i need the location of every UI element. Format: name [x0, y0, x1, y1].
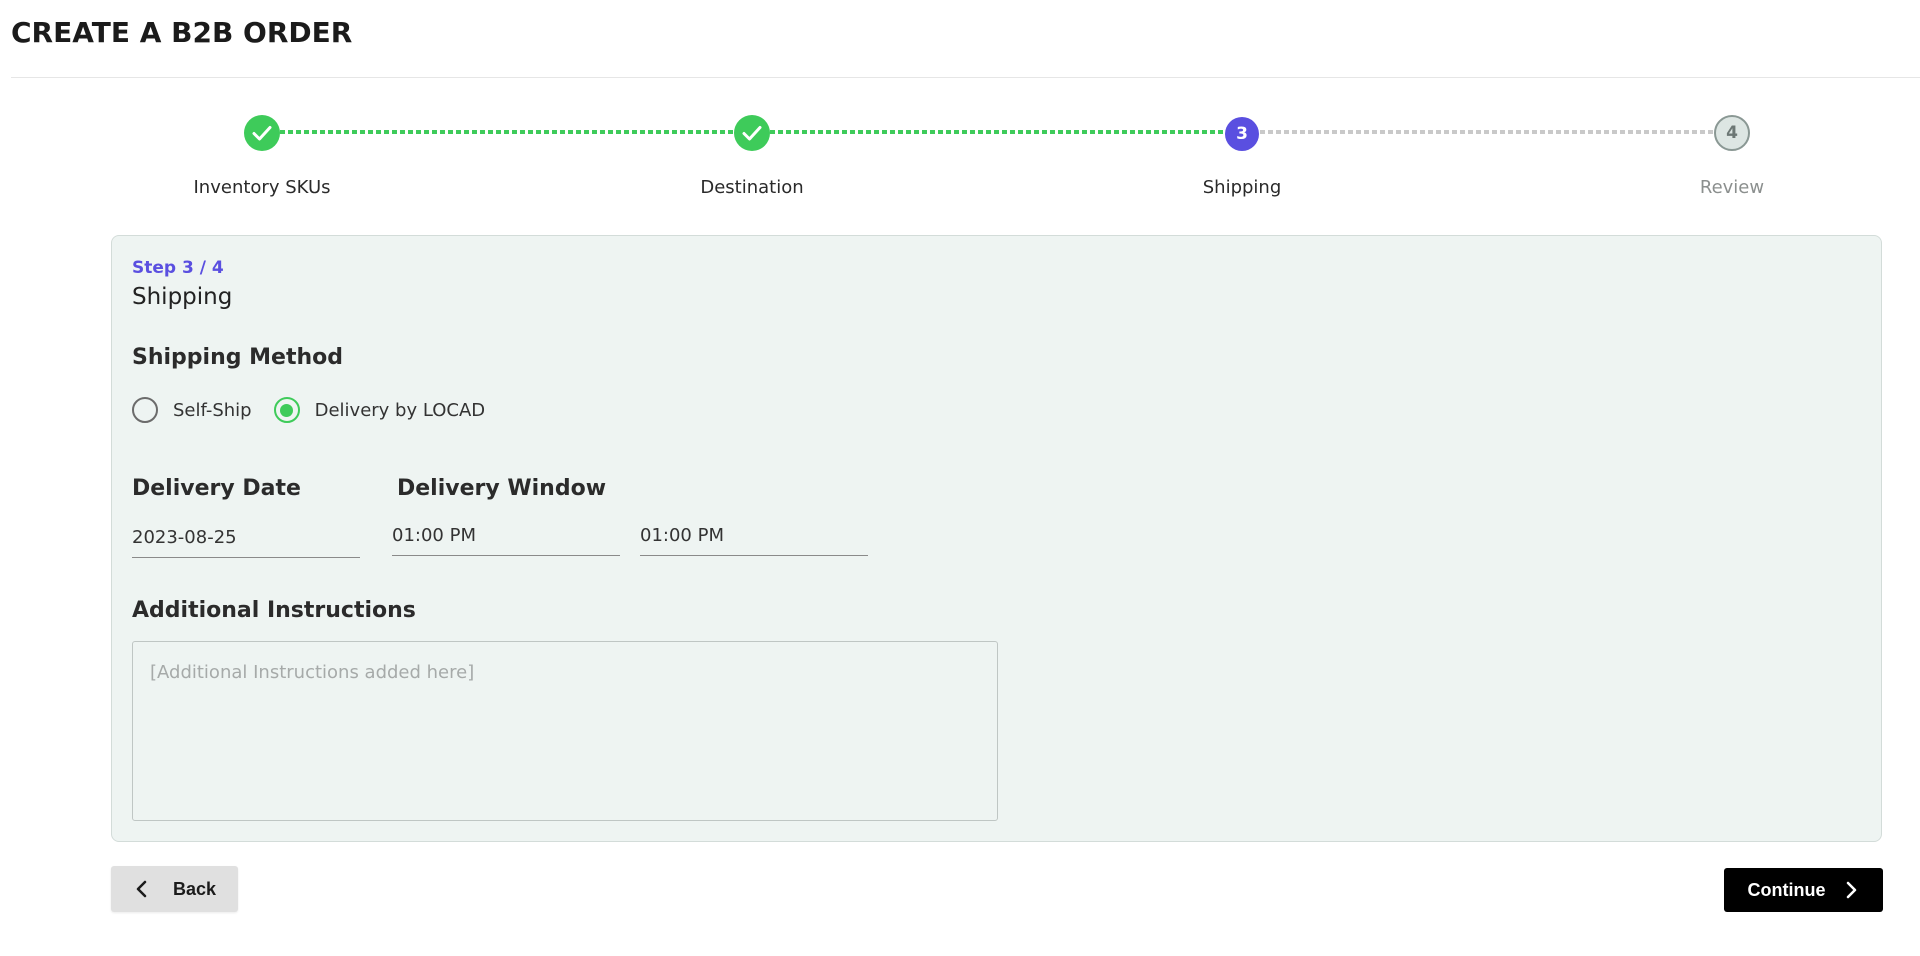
additional-instructions-textarea[interactable] [132, 641, 998, 821]
step-2-dot[interactable] [734, 115, 770, 151]
radio-button-unchecked[interactable] [132, 397, 158, 423]
step-connector-todo [1260, 130, 1714, 134]
check-icon [252, 126, 272, 141]
radio-selected-dot [280, 403, 294, 417]
continue-button[interactable]: Continue [1724, 868, 1883, 912]
step-1-dot[interactable] [244, 115, 280, 151]
step-4-dot: 4 [1714, 115, 1750, 151]
step-label-inventory-skus[interactable]: Inventory SKUs [194, 177, 331, 198]
section-title: Shipping [132, 284, 233, 310]
chevron-right-icon [1846, 881, 1856, 899]
delivery-window-start-input[interactable] [392, 521, 620, 556]
delivery-window-end-input[interactable] [640, 521, 868, 556]
back-button-label: Back [172, 878, 217, 899]
radio-self-ship[interactable]: Self-Ship [132, 397, 252, 423]
shipping-method-heading: Shipping Method [132, 345, 344, 370]
shipping-method-radio-group: Self-Ship Delivery by LOCAD [132, 397, 507, 423]
delivery-date-heading: Delivery Date [132, 476, 301, 501]
additional-instructions-heading: Additional Instructions [132, 598, 416, 623]
back-button[interactable]: Back [111, 866, 238, 912]
radio-delivery-by-locad[interactable]: Delivery by LOCAD [273, 397, 486, 423]
step-connector-done [280, 130, 734, 134]
progress-stepper: 3 4 Inventory SKUs Destination Shipping … [0, 0, 1920, 200]
step-label-review: Review [1699, 177, 1765, 198]
radio-button-checked[interactable] [273, 397, 300, 423]
check-icon [742, 126, 762, 141]
step-label-destination[interactable]: Destination [700, 177, 803, 198]
continue-button-label: Continue [1747, 879, 1826, 900]
radio-label-delivery-by-locad: Delivery by LOCAD [314, 399, 486, 421]
step-counter: Step 3 / 4 [132, 258, 224, 278]
radio-label-self-ship: Self-Ship [173, 399, 252, 421]
delivery-window-heading: Delivery Window [397, 476, 607, 501]
delivery-date-input[interactable] [132, 523, 360, 558]
step-3-dot: 3 [1225, 117, 1259, 151]
step-label-shipping: Shipping [1202, 177, 1282, 198]
step-connector-done [770, 130, 1224, 134]
chevron-left-icon [136, 880, 147, 898]
